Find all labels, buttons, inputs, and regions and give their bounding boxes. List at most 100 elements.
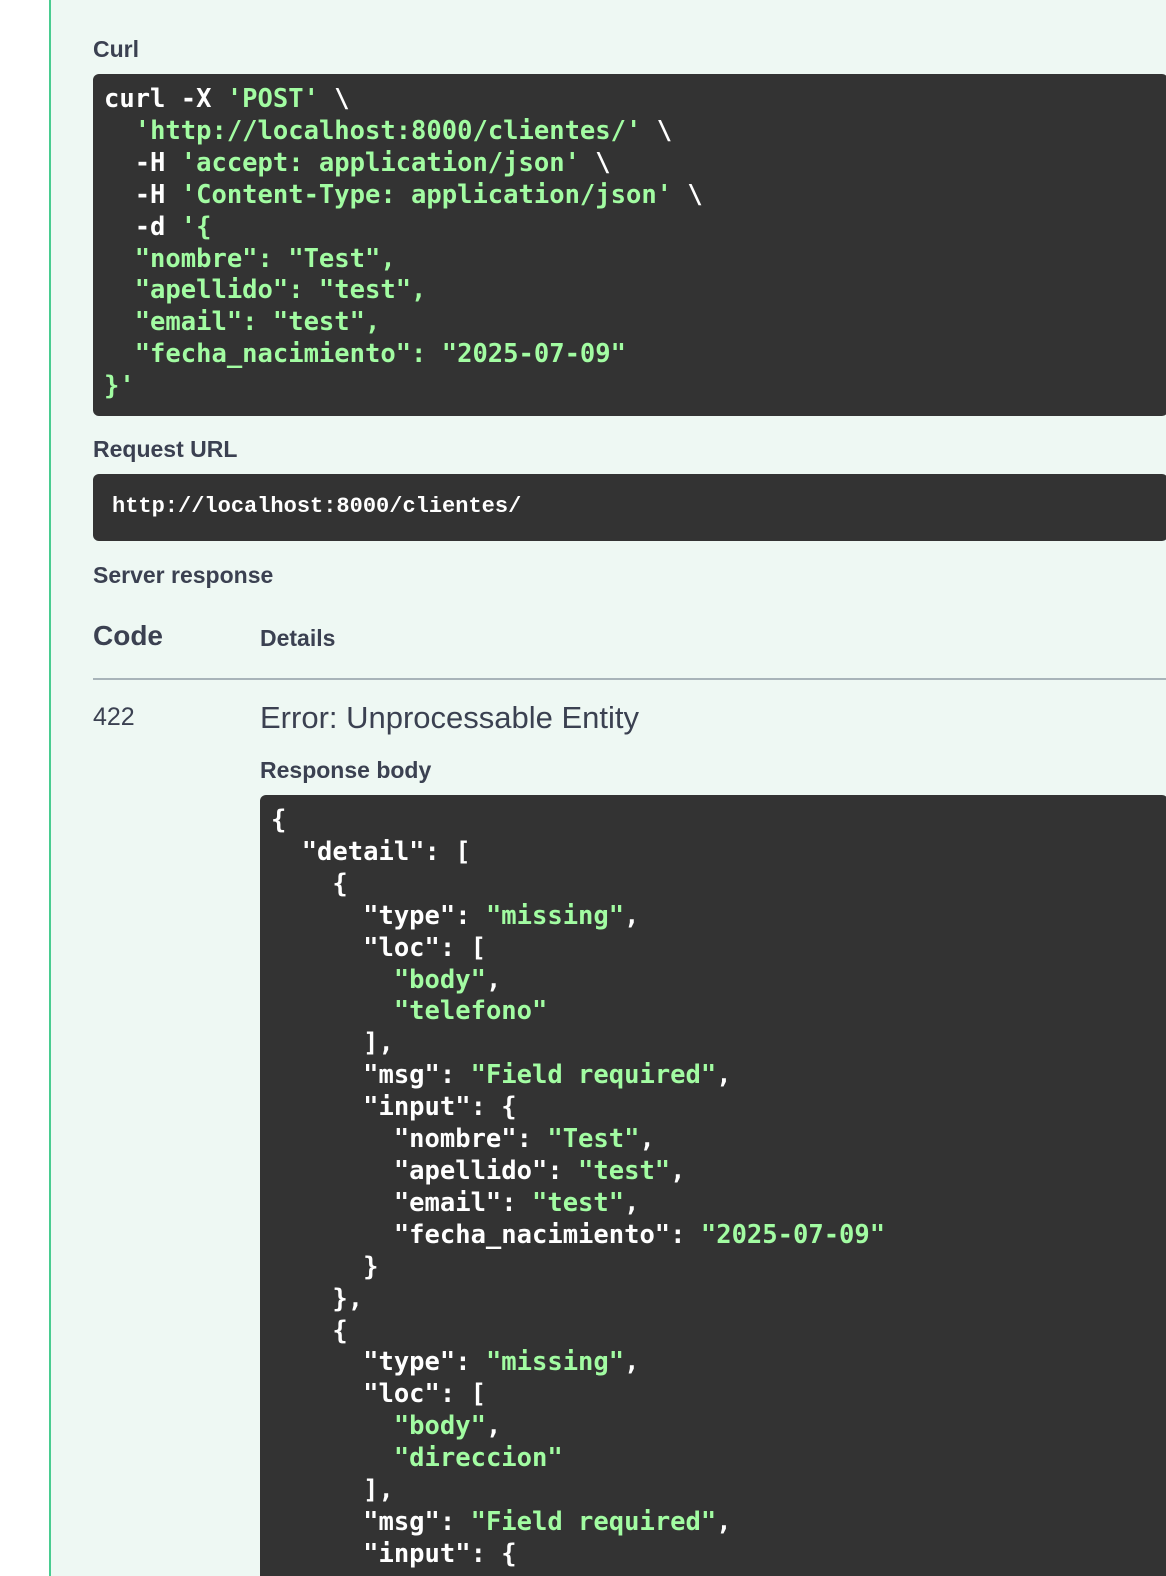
code-line: "loc": [ [271, 1379, 486, 1409]
code-string: '{ [180, 211, 212, 242]
curl-code-block[interactable]: curl -X 'POST' \ 'http://localhost:8000/… [93, 74, 1166, 416]
code-string: 'POST' [226, 84, 319, 114]
code-line: "email": "test", [271, 1187, 640, 1218]
code-string: "body" [393, 964, 486, 995]
code-string: "nombre": "Test", [104, 243, 396, 274]
code-token: "apellido": [271, 1155, 579, 1186]
code-token: "type": [271, 900, 486, 931]
response-status-title: Error: Unprocessable Entity [260, 700, 640, 735]
code-token: \ [579, 147, 611, 178]
code-token: , [485, 1411, 502, 1442]
code-string: 'accept: application/json' [180, 147, 580, 178]
code-token: , [716, 1060, 732, 1091]
details-column-header: Details [260, 625, 336, 651]
curl-label: Curl [93, 36, 139, 62]
code-string: "missing" [485, 1347, 625, 1378]
code-line: -H 'accept: application/json' \ [104, 148, 611, 178]
code-line: { [271, 1316, 347, 1346]
response-body-label: Response body [260, 757, 432, 783]
code-token: "email": [271, 1187, 532, 1218]
code-token: , [716, 1506, 732, 1537]
code-token: -d [104, 211, 181, 242]
code-column-header: Code [93, 620, 163, 651]
code-token: "fecha_nacimiento": [271, 1219, 701, 1250]
code-token: ], [271, 1475, 394, 1506]
code-line: "loc": [ [271, 933, 486, 963]
request-url-block[interactable]: http://localhost:8000/clientes/ [93, 474, 1166, 541]
code-line: "nombre": "Test", [271, 1124, 655, 1154]
code-string: "Test" [547, 1124, 640, 1155]
code-line: -d '{ [104, 211, 212, 242]
code-token: "input": { [271, 1538, 517, 1569]
code-token: , [670, 1155, 686, 1186]
code-string: "2025-07-09" [700, 1219, 886, 1250]
code-line: -H 'Content-Type: application/json' \ [104, 180, 703, 210]
code-token: } [271, 1251, 379, 1282]
code-token: \ [672, 179, 703, 210]
server-response-label: Server response [93, 562, 274, 588]
code-line: "input": { [271, 1539, 517, 1569]
code-line: "fecha_nacimiento": "2025-07-09" [271, 1220, 885, 1250]
code-line: 'http://localhost:8000/clientes/' \ [104, 116, 672, 146]
code-string: "Field required" [470, 1506, 717, 1537]
code-string: "telefono" [393, 996, 548, 1027]
code-token: }, [271, 1283, 364, 1314]
request-url: http://localhost:8000/clientes/ [112, 494, 522, 519]
code-token: { [271, 805, 287, 835]
code-line: { [271, 805, 286, 835]
code-string: 'http://localhost:8000/clientes/' [134, 115, 642, 146]
code-string: "test" [578, 1155, 671, 1186]
code-line: "body", [271, 965, 501, 995]
code-line: "type": "missing", [271, 901, 639, 931]
code-string: "direccion" [393, 1443, 563, 1474]
code-line: "input": { [271, 1092, 517, 1122]
code-line: "email": "test", [104, 307, 381, 338]
code-token: -H [104, 147, 181, 178]
response-body-block[interactable]: { "detail": [ { "type": "missing", "loc"… [260, 795, 1166, 1576]
request-url-label: Request URL [93, 436, 238, 462]
code-token: "detail": [ [271, 836, 471, 867]
code-string: }' [104, 371, 135, 402]
code-line: "detail": [ [271, 837, 471, 867]
code-line: }' [104, 371, 135, 401]
code-line: "direccion" [271, 1443, 563, 1473]
code-line: ], [271, 1028, 394, 1058]
code-line: }, [271, 1284, 363, 1314]
code-line: } [271, 1252, 378, 1282]
code-string: "apellido": "test", [104, 275, 427, 306]
code-token: , [639, 1124, 655, 1155]
code-string: "Field required" [470, 1060, 717, 1091]
code-line: curl -X 'POST' \ [104, 84, 350, 114]
code-string: "fecha_nacimiento": "2025-07-09" [104, 339, 626, 370]
response-body-json: { "detail": [ { "type": "missing", "loc"… [271, 805, 885, 1571]
response-status-code: 422 [93, 703, 135, 731]
code-string: "missing" [485, 900, 625, 931]
code-token: curl -X [104, 84, 227, 114]
code-line: "msg": "Field required", [271, 1060, 732, 1091]
code-line: ], [271, 1475, 394, 1505]
code-line: "msg": "Field required", [271, 1506, 732, 1537]
code-string: "test" [532, 1187, 625, 1218]
code-token: , [624, 900, 640, 931]
code-token: , [624, 1347, 640, 1378]
code-token: "loc": [ [271, 932, 486, 963]
code-line: "body", [271, 1411, 501, 1441]
code-token: "type": [271, 1347, 486, 1378]
code-token: -H [104, 179, 181, 210]
code-string: 'Content-Type: application/json' [180, 179, 673, 210]
code-line: { [271, 869, 347, 899]
table-divider [93, 678, 1166, 680]
code-token: "msg": [271, 1506, 471, 1537]
code-line: "apellido": "test", [271, 1156, 686, 1186]
code-token: , [485, 964, 502, 995]
curl-command: curl -X 'POST' \ 'http://localhost:8000/… [104, 84, 703, 403]
code-token: \ [641, 115, 673, 146]
code-line: "telefono" [271, 996, 548, 1027]
code-string: "body" [393, 1411, 486, 1442]
code-line: "fecha_nacimiento": "2025-07-09" [104, 339, 626, 369]
code-string: "email": "test", [104, 307, 381, 338]
